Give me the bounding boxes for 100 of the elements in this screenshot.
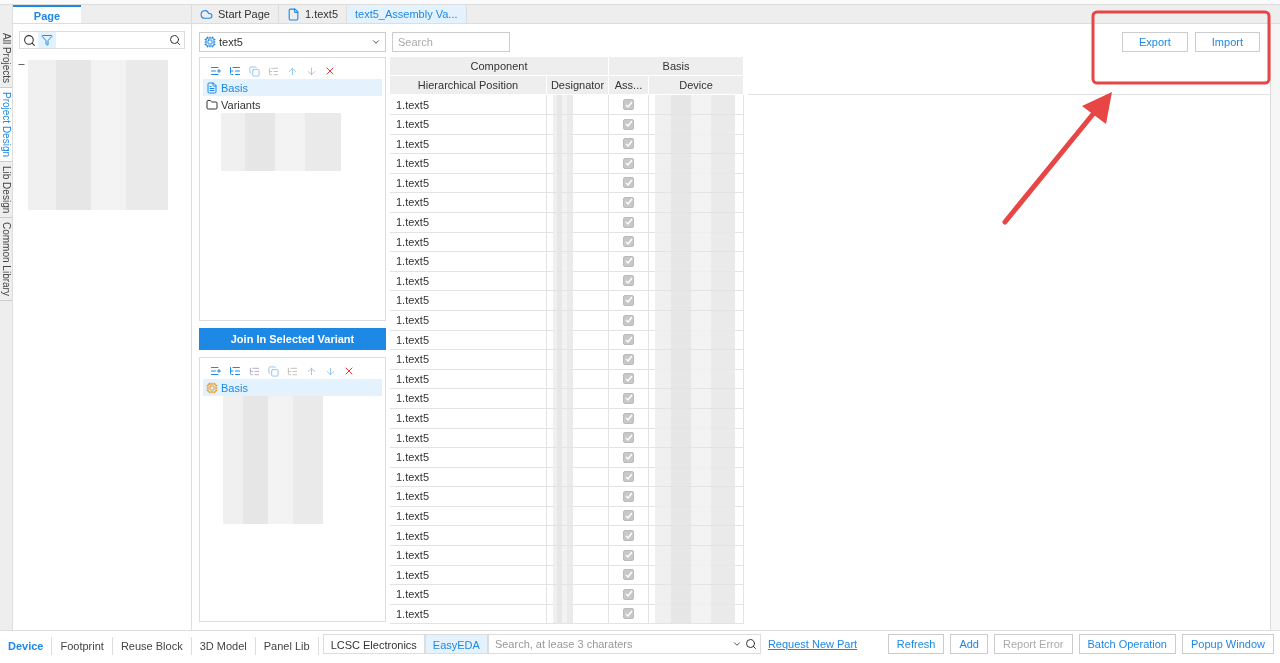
blurred-area (553, 467, 573, 487)
table-cell: 1.text5 (390, 369, 547, 390)
table-cell: 1.text5 (390, 290, 547, 311)
checkbox[interactable] (623, 471, 634, 483)
table-cell: 1.text5 (390, 134, 547, 155)
table-cell: 1.text5 (390, 388, 547, 409)
search-field[interactable]: Search (392, 32, 510, 52)
side-tab[interactable]: Project Design (0, 88, 12, 163)
checkbox[interactable] (623, 177, 634, 189)
search-icon[interactable] (744, 638, 757, 650)
table-cell: 1.text5 (390, 526, 547, 547)
blurred-area (553, 330, 573, 350)
table-cell: 1.text5 (390, 271, 547, 292)
table-cell: 1.text5 (390, 232, 547, 253)
document-icon (206, 81, 218, 94)
table-cell: 1.text5 (390, 584, 547, 605)
column-header[interactable]: Ass... (609, 76, 649, 95)
checkbox[interactable] (623, 334, 634, 346)
column-header[interactable]: Device (649, 76, 744, 95)
request-link[interactable]: Request New Part (767, 638, 858, 650)
checkbox[interactable] (623, 451, 634, 463)
filter-field[interactable] (19, 31, 185, 49)
cloud-icon (200, 7, 213, 21)
blurred-area (553, 173, 573, 193)
board-icon (204, 36, 216, 48)
checkbox[interactable] (623, 490, 634, 502)
blurred-area (553, 604, 573, 624)
library-tab[interactable]: Reuse Block (112, 637, 192, 655)
checkbox[interactable] (623, 118, 634, 130)
table-cell: 1.text5 (390, 95, 547, 115)
checkbox[interactable] (623, 353, 634, 365)
blurred-area (553, 565, 573, 585)
table-cell: 1.text5 (390, 349, 547, 370)
toolbar-button[interactable]: Add (950, 634, 988, 654)
checkbox[interactable] (623, 236, 634, 248)
table-cell: 1.text5 (390, 310, 547, 331)
table-cell: 1.text5 (390, 447, 547, 468)
column-group-header: Component (390, 57, 609, 76)
blurred-area (553, 271, 573, 291)
library-tab[interactable]: Footprint (52, 637, 113, 655)
table-cell: 1.text5 (390, 428, 547, 449)
checkbox[interactable] (623, 196, 634, 208)
panel-tab[interactable]: Page (13, 5, 81, 23)
column-header[interactable]: Hierarchical Position (390, 76, 547, 95)
checkbox[interactable] (623, 588, 634, 600)
checkbox[interactable] (623, 432, 634, 444)
table-cell: 1.text5 (390, 114, 547, 135)
table-cell: 1.text5 (390, 192, 547, 213)
checkbox[interactable] (623, 314, 634, 326)
file-icon (287, 7, 300, 21)
toolbar-button[interactable]: Popup Window (1182, 634, 1274, 654)
checkbox[interactable] (623, 99, 634, 110)
table-cell: 1.text5 (390, 604, 547, 625)
caret-icon (371, 37, 381, 47)
library-tab[interactable]: Device (0, 637, 53, 655)
blurred-area (553, 95, 573, 114)
checkbox[interactable] (623, 608, 634, 620)
folder-icon (206, 98, 218, 111)
checkbox[interactable] (623, 530, 634, 542)
table-cell: 1.text5 (390, 251, 547, 272)
checkbox[interactable] (623, 392, 634, 404)
checkbox[interactable] (623, 549, 634, 561)
checkbox[interactable] (623, 157, 634, 169)
blurred-area (553, 526, 573, 546)
checkbox[interactable] (623, 510, 634, 522)
source-tab[interactable]: LCSC Electronics (322, 634, 425, 654)
blurred-area (553, 428, 573, 448)
table-cell: 1.text5 (390, 545, 547, 566)
checkbox[interactable] (623, 216, 634, 228)
library-search-field[interactable]: Search, at lease 3 charaters (487, 634, 761, 654)
checkbox[interactable] (623, 255, 634, 267)
table-cell: 1.text5 (390, 565, 547, 586)
checkbox[interactable] (623, 373, 634, 385)
checkbox[interactable] (623, 138, 634, 150)
checkbox[interactable] (623, 294, 634, 306)
scrollbar[interactable] (1270, 24, 1280, 630)
column-header[interactable]: Designator (547, 76, 609, 95)
action-button[interactable]: Export (1122, 32, 1188, 52)
library-tab[interactable]: 3D Model (191, 637, 256, 655)
blurred-area (553, 134, 573, 154)
toolbar-button[interactable]: Refresh (887, 634, 945, 654)
library-tab[interactable]: Panel Lib (255, 637, 319, 655)
blurred-area (553, 369, 573, 389)
checkbox[interactable] (623, 275, 634, 287)
board-select[interactable]: text5 (199, 32, 386, 52)
table-cell: 1.text5 (390, 330, 547, 351)
action-button[interactable]: Import (1194, 32, 1260, 52)
toolbar-button[interactable]: Batch Operation (1078, 634, 1176, 654)
tree-item[interactable]: Variants (203, 96, 382, 113)
table-cell: 1.text5 (390, 506, 547, 527)
table-cell: 1.text5 (390, 486, 547, 507)
column-group-header: Basis (609, 57, 744, 76)
chip-icon (206, 381, 218, 394)
table-cell: 1.text5 (390, 467, 547, 488)
blurred-area (553, 232, 573, 252)
table-cell: 1.text5 (390, 408, 547, 429)
table-cell: 1.text5 (390, 173, 547, 194)
join-button[interactable]: Join In Selected Variant (199, 328, 386, 350)
checkbox[interactable] (623, 569, 634, 581)
checkbox[interactable] (623, 412, 634, 424)
